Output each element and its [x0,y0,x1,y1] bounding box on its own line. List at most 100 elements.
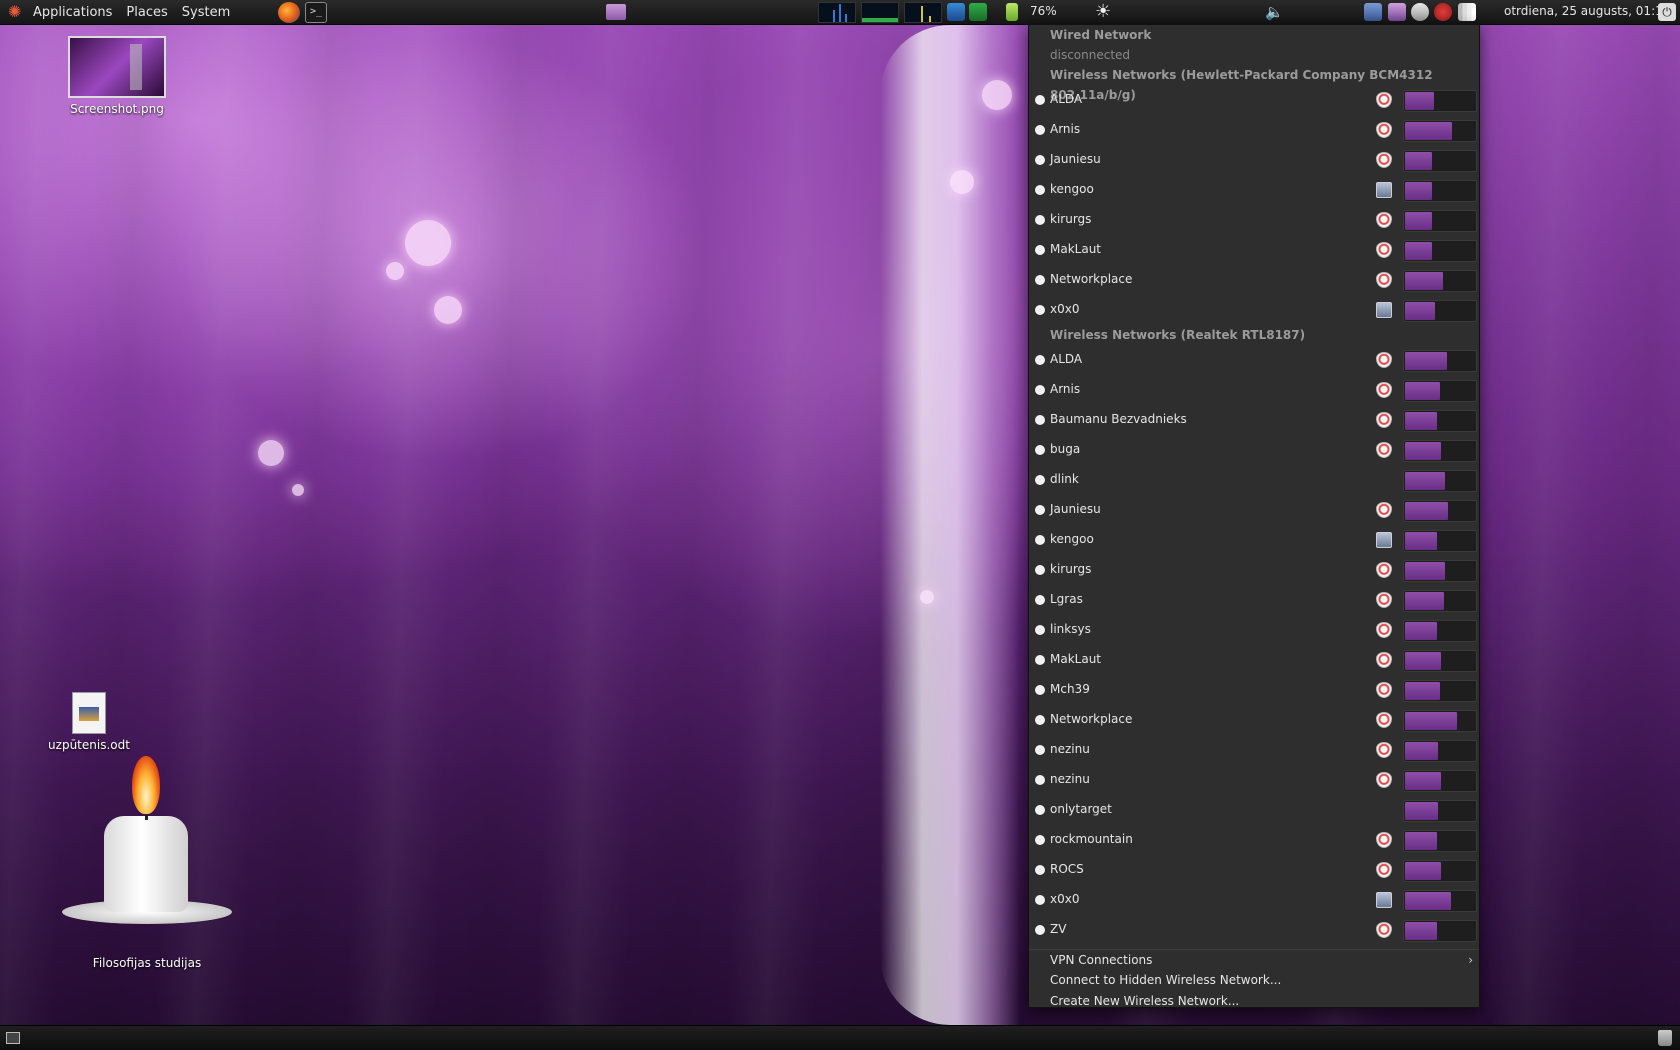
disk-monitor-icon[interactable] [947,3,965,21]
wallpaper-bubble [950,170,974,194]
wifi-ssid-label: Lgras [1050,592,1083,606]
wifi-network-item[interactable]: kirurgs [1029,555,1479,585]
wifi-ssid-label: MakLaut [1050,242,1102,256]
gnome-foot-icon[interactable]: ✺ [8,3,26,21]
radio-indicator-icon [1035,535,1045,545]
wifi-network-item[interactable]: Lgras [1029,585,1479,615]
cpu-monitor-graph[interactable] [818,2,856,23]
signal-strength-fill [1405,352,1447,370]
wallpaper-bubble [982,80,1012,110]
network-monitor-graph[interactable] [904,2,942,23]
load-monitor-icon[interactable] [969,3,987,21]
wifi-network-item[interactable]: Networkplace [1029,265,1479,295]
volume-icon[interactable]: 🔈 [1265,3,1284,21]
signal-strength-bar [1403,410,1477,432]
network-signal-icon[interactable] [1458,3,1476,21]
wifi-network-item[interactable]: rockmountain [1029,825,1479,855]
signal-strength-fill [1405,502,1448,520]
wifi-network-item[interactable]: nezinu [1029,735,1479,765]
wallpaper-bubble [258,440,284,466]
shield-icon [1376,242,1392,258]
clock[interactable]: otrdiena, 25 augusts, 01:12 [1504,4,1670,18]
shield-icon [1376,742,1392,758]
shield-icon [1376,212,1392,228]
wifi-ssid-label: MakLaut [1050,652,1102,666]
wifi-network-item[interactable]: x0x0 [1029,885,1479,915]
terminal-icon[interactable]: >_ [305,2,327,23]
menu-system[interactable]: System [175,5,237,20]
signal-strength-bar [1403,800,1477,822]
wifi-network-item[interactable]: ALDA [1029,345,1479,375]
radio-indicator-icon [1035,625,1045,635]
update-notifier-icon[interactable] [1434,3,1452,21]
wifi-network-item[interactable]: Jauniesu [1029,145,1479,175]
desktop-icon-document[interactable]: uzpūtenis.odt [44,692,134,752]
wifi-network-item[interactable]: buga [1029,435,1479,465]
wifi-network-item[interactable]: Mch39 [1029,675,1479,705]
signal-strength-fill [1405,922,1437,940]
wifi-network-item[interactable]: Jauniesu [1029,495,1479,525]
signal-strength-bar [1403,890,1477,912]
wifi-network-item[interactable]: Arnis [1029,375,1479,405]
wallpaper-bubble [405,220,451,266]
wifi-network-item[interactable]: kengoo [1029,525,1479,555]
wifi-network-item[interactable]: onlytarget [1029,795,1479,825]
wifi-ssid-label: Arnis [1050,122,1081,136]
wifi-network-item[interactable]: MakLaut [1029,235,1479,265]
notes-applet-icon[interactable] [1364,3,1382,21]
wifi-network-item[interactable]: kengoo [1029,175,1479,205]
radio-indicator-icon [1035,925,1045,935]
wifi-ssid-label: Jauniesu [1050,152,1101,166]
chat-applet-icon[interactable] [1411,3,1429,21]
signal-strength-fill [1405,772,1441,790]
folder-icon[interactable] [606,4,626,20]
wifi-network-item[interactable]: Networkplace [1029,705,1479,735]
shutdown-icon[interactable]: ⏻ [1658,3,1676,21]
radio-indicator-icon [1035,415,1045,425]
shield-icon [1376,622,1392,638]
memory-monitor-graph[interactable] [861,2,899,23]
firefox-icon[interactable] [278,2,300,23]
desktop-icon-screenshot[interactable]: Screenshot.png [62,36,172,116]
radio-indicator-icon [1035,475,1045,485]
menu-places[interactable]: Places [119,5,174,20]
wifi-network-item[interactable]: ROCS [1029,855,1479,885]
wifi-ssid-label: Mch39 [1050,682,1090,696]
wifi-network-item[interactable]: ZV [1029,915,1479,945]
wifi-ssid-label: ALDA [1050,92,1083,106]
shield-icon [1376,652,1392,668]
wallpaper-bubble [292,484,304,496]
document-icon [72,692,106,734]
radio-indicator-icon [1035,125,1045,135]
signal-strength-fill [1405,302,1435,320]
connect-hidden-network-item[interactable]: Connect to Hidden Wireless Network... [1029,970,1479,991]
signal-strength-fill [1405,442,1441,460]
trash-icon[interactable] [1658,1030,1672,1046]
signal-strength-bar [1403,350,1477,372]
wifi-network-item[interactable]: Baumanu Bezvadnieks [1029,405,1479,435]
wifi-network-item[interactable]: Arnis [1029,115,1479,145]
wifi-network-item[interactable]: kirurgs [1029,205,1479,235]
wifi-network-item[interactable]: MakLaut [1029,645,1479,675]
wifi-network-item[interactable]: ALDA [1029,85,1479,115]
show-desktop-icon[interactable] [6,1032,20,1044]
create-new-network-item[interactable]: Create New Wireless Network... [1029,991,1479,1007]
vpn-connections-item[interactable]: VPN Connections › [1029,949,1479,970]
signal-strength-bar [1403,90,1477,112]
signal-strength-fill [1405,242,1432,260]
radio-indicator-icon [1035,745,1045,755]
wifi-network-item[interactable]: nezinu [1029,765,1479,795]
radio-indicator-icon [1035,155,1045,165]
adhoc-icon [1376,892,1392,908]
battery-icon[interactable] [1006,3,1018,21]
candle-icon[interactable] [62,750,232,940]
photo-applet-icon[interactable] [1388,3,1406,21]
wallpaper-bubble [386,262,404,280]
wifi-network-item[interactable]: dlink [1029,465,1479,495]
menu-applications[interactable]: Applications [26,5,119,20]
signal-strength-bar [1403,830,1477,852]
weather-sun-icon[interactable]: ☀ [1095,1,1111,22]
wifi-network-item[interactable]: x0x0 [1029,295,1479,325]
wallpaper-bubble [920,590,934,604]
wifi-network-item[interactable]: linksys [1029,615,1479,645]
